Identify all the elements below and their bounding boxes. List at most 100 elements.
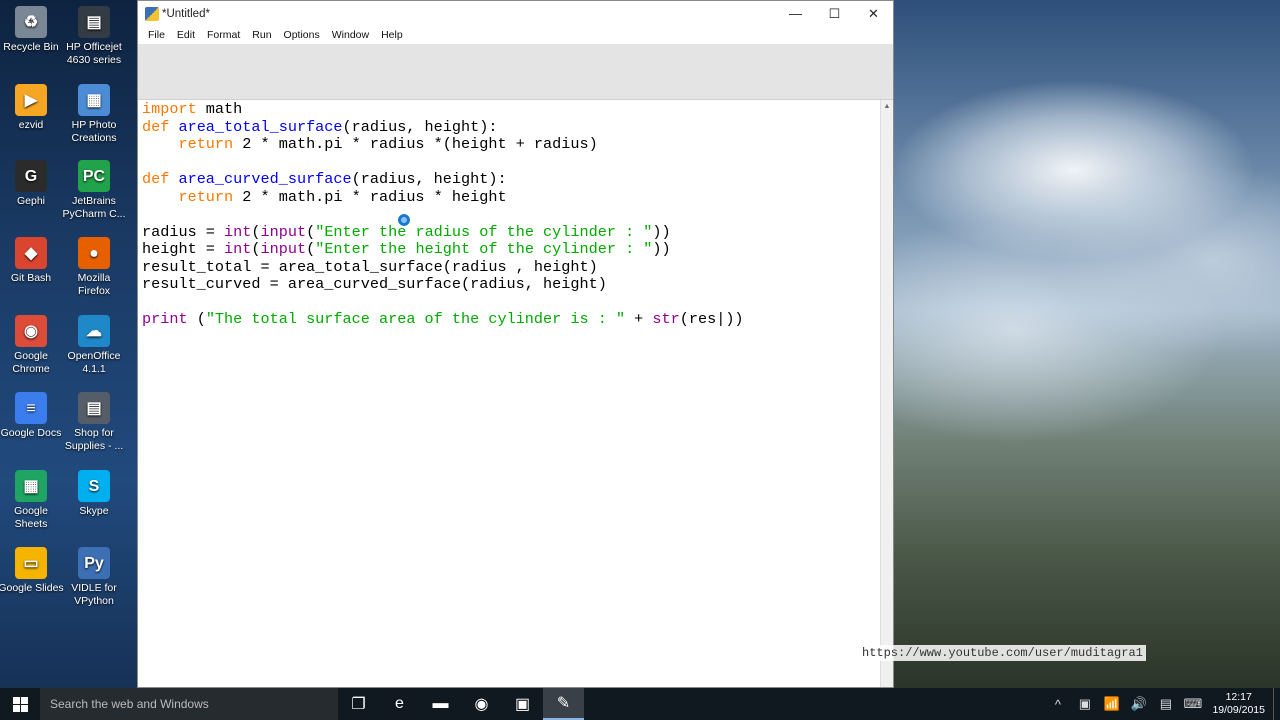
edge-icon[interactable]: e <box>379 688 420 720</box>
shop-supplies-icon: ▤ <box>78 392 110 424</box>
desktop-wallpaper <box>894 0 1280 688</box>
desktop-icon-label: ezvid <box>18 119 44 131</box>
desktop-icon-label: Skype <box>79 505 109 517</box>
printer-shortcut[interactable]: ▤ HP Officejet 4630 series <box>61 6 127 67</box>
file-explorer-icon[interactable]: ▬ <box>420 688 461 720</box>
network-icon[interactable]: 📶 <box>1098 688 1125 720</box>
menu-options[interactable]: Options <box>278 29 326 41</box>
menu-bar: File Edit Format Run Options Window Help <box>138 26 893 44</box>
menu-window[interactable]: Window <box>326 29 375 41</box>
desktop-icon-label: OpenOffice 4.1.1 <box>67 350 121 375</box>
menu-format[interactable]: Format <box>201 29 246 41</box>
show-desktop-button[interactable] <box>1273 688 1280 720</box>
hp-photo-shortcut[interactable]: ▦ HP Photo Creations <box>61 84 127 145</box>
clock-time: 12:17 <box>1225 691 1252 703</box>
desktop-icon-label: Git Bash <box>10 272 52 284</box>
scroll-up-icon[interactable]: ▲ <box>881 100 893 112</box>
start-button[interactable] <box>0 688 40 720</box>
recycle-bin-shortcut[interactable]: ♻ Recycle Bin <box>0 6 64 54</box>
chrome-taskbar-icon[interactable]: ◉ <box>461 688 502 720</box>
desktop-icon-label: Recycle Bin <box>3 41 59 53</box>
desktop-icon-label: Shop for Supplies - ... <box>64 427 124 452</box>
desktop-icon-label: Google Chrome <box>12 350 50 375</box>
skype-shortcut[interactable]: S Skype <box>61 470 127 518</box>
window-controls: — ☐ ✕ <box>776 1 893 26</box>
idle-editor-window: *Untitled* — ☐ ✕ File Edit Format Run Option… <box>137 0 894 688</box>
code-line: height = int(input("Enter the height of … <box>142 240 671 258</box>
google-docs-shortcut[interactable]: ≡ Google Docs <box>0 392 64 440</box>
desktop-icon-label: JetBrains PyCharm C... <box>62 195 126 220</box>
python-file-icon <box>145 6 159 21</box>
idle-taskbar-icon[interactable]: ✎ <box>543 688 584 720</box>
code-line: result_curved = area_curved_surface(radi… <box>142 275 607 293</box>
git-bash-shortcut[interactable]: ◆ Git Bash <box>0 237 64 285</box>
code-line: print ("The total surface area of the cy… <box>142 310 744 328</box>
pinned-apps: ❐ e ▬ ◉ ▣ ✎ <box>338 688 584 720</box>
code-line: def area_curved_surface(radius, height): <box>142 170 507 188</box>
system-tray: ^ ▣ 📶 🔊 ▤ ⌨ 12:17 19/09/2015 <box>1044 688 1280 720</box>
ezvid-shortcut[interactable]: ▶ ezvid <box>0 84 64 132</box>
app-tray-icon[interactable]: ▣ <box>1071 688 1098 720</box>
desktop-icon-label: Gephi <box>16 195 46 207</box>
menu-help[interactable]: Help <box>375 29 409 41</box>
ezvid-icon: ▶ <box>15 84 47 116</box>
chrome-icon: ◉ <box>15 315 47 347</box>
desktop-icon-label: HP Officejet 4630 series <box>66 41 122 66</box>
toolbar-area <box>138 44 893 100</box>
media-app-icon[interactable]: ▣ <box>502 688 543 720</box>
busy-cursor-icon <box>398 214 410 226</box>
chrome-shortcut[interactable]: ◉ Google Chrome <box>0 315 64 376</box>
code-line: return 2 * math.pi * radius * height <box>178 187 507 206</box>
vidle-shortcut[interactable]: Py VIDLE for VPython <box>61 547 127 608</box>
menu-run[interactable]: Run <box>246 29 277 41</box>
windows-logo-icon <box>12 696 28 712</box>
volume-icon[interactable]: 🔊 <box>1125 688 1152 720</box>
maximize-button[interactable]: ☐ <box>815 1 854 26</box>
firefox-icon: ● <box>78 237 110 269</box>
channel-watermark: https://www.youtube.com/user/muditagra1 <box>859 645 1146 661</box>
desktop-icon-label: VIDLE for VPython <box>71 582 117 607</box>
pycharm-icon: PC <box>78 160 110 192</box>
hp-photo-icon: ▦ <box>78 84 110 116</box>
openoffice-shortcut[interactable]: ☁ OpenOffice 4.1.1 <box>61 315 127 376</box>
recycle-bin-icon: ♻ <box>15 6 47 38</box>
google-slides-shortcut[interactable]: ▭ Google Slides <box>0 547 64 595</box>
openoffice-icon: ☁ <box>78 315 110 347</box>
google-slides-icon: ▭ <box>15 547 47 579</box>
menu-file[interactable]: File <box>142 29 171 41</box>
code-editor[interactable]: import math def area_total_surface(radius… <box>138 100 881 687</box>
google-sheets-icon: ▦ <box>15 470 47 502</box>
pycharm-shortcut[interactable]: PC JetBrains PyCharm C... <box>61 160 127 221</box>
shop-supplies-shortcut[interactable]: ▤ Shop for Supplies - ... <box>61 392 127 453</box>
clock[interactable]: 12:17 19/09/2015 <box>1206 691 1273 717</box>
keyboard-icon[interactable]: ⌨ <box>1179 688 1206 720</box>
firefox-shortcut[interactable]: ● Mozilla Firefox <box>61 237 127 298</box>
google-docs-icon: ≡ <box>15 392 47 424</box>
gephi-icon: G <box>15 160 47 192</box>
menu-edit[interactable]: Edit <box>171 29 201 41</box>
printer-icon: ▤ <box>78 6 110 38</box>
title-bar[interactable]: *Untitled* — ☐ ✕ <box>138 1 893 26</box>
google-sheets-shortcut[interactable]: ▦ Google Sheets <box>0 470 64 531</box>
show-hidden-icon[interactable]: ^ <box>1044 688 1071 720</box>
git-bash-icon: ◆ <box>15 237 47 269</box>
desktop-icon-label: Google Slides <box>0 582 64 594</box>
gephi-shortcut[interactable]: G Gephi <box>0 160 64 208</box>
code-line: radius = int(input("Enter the radius of … <box>142 222 671 241</box>
search-box[interactable]: Search the web and Windows <box>40 688 338 720</box>
vertical-scrollbar[interactable]: ▲ <box>880 100 893 687</box>
taskbar: Search the web and Windows ❐ e ▬ ◉ ▣ ✎ ^ ▣ 📶 🔊 ▤ ⌨… <box>0 688 1280 720</box>
close-button[interactable]: ✕ <box>854 1 893 26</box>
skype-icon: S <box>78 470 110 502</box>
code-line: result_total = area_total_surface(radius… <box>142 257 598 276</box>
action-center-icon[interactable]: ▤ <box>1152 688 1179 720</box>
desktop-icon-label: Google Docs <box>0 427 62 439</box>
minimize-button[interactable]: — <box>776 1 815 26</box>
vidle-icon: Py <box>78 547 110 579</box>
task-view-icon[interactable]: ❐ <box>338 688 379 720</box>
window-title: *Untitled* <box>162 7 210 20</box>
desktop-icon-label: Google Sheets <box>14 505 48 530</box>
